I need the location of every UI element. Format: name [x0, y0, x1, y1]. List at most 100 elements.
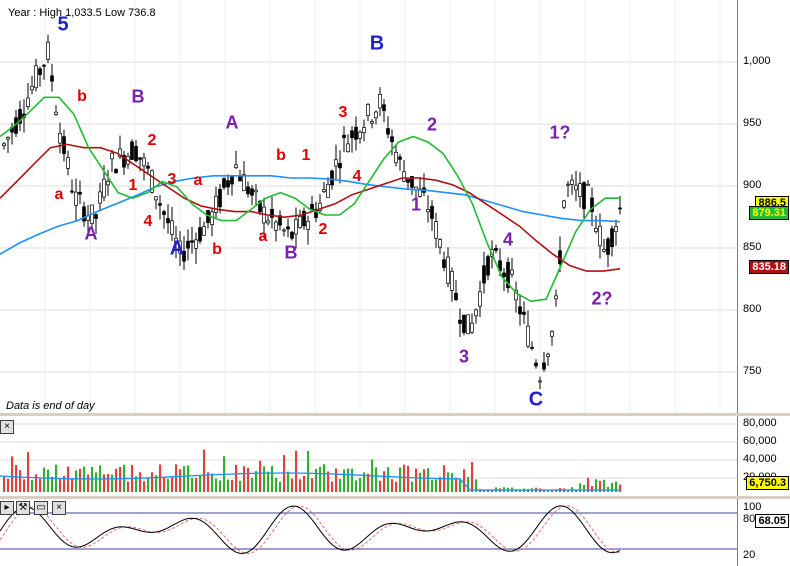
volume-bar [103, 474, 106, 492]
wave-label: 3 [458, 346, 470, 367]
volume-bar [583, 485, 586, 492]
candle-body [482, 265, 486, 284]
oscillator-tag: 68.05 [755, 514, 789, 528]
volume-bar [235, 464, 238, 492]
candle-body [538, 380, 542, 383]
candle-body [494, 248, 498, 251]
candle-body [362, 127, 366, 134]
candle-body [334, 159, 338, 167]
volume-bars [3, 449, 622, 492]
candle-body [294, 218, 298, 235]
volume-bar [271, 465, 274, 492]
candle-body [530, 347, 534, 349]
candle-body [130, 141, 134, 160]
price-tag: 879.31 [749, 206, 789, 220]
volume-bar [119, 467, 122, 492]
volume-bar [347, 468, 350, 492]
volume-bar [43, 467, 46, 492]
volume-axis: 80,00060,00040,00020,0006,750.3 [737, 416, 790, 496]
volume-bar [59, 478, 62, 492]
price-axis: 1,000 950 900 850 800 750 886.5 879.31 835.18 [737, 0, 790, 413]
ma-green-line [0, 96, 620, 303]
wave-label: 2 [318, 221, 328, 238]
volume-bar [359, 478, 362, 492]
candle-body [534, 362, 538, 367]
volume-bar [399, 467, 402, 492]
volume-chart [0, 423, 737, 492]
price-tick-label: 1,000 [743, 55, 771, 67]
candle-body [554, 295, 558, 300]
candle-body [234, 164, 238, 168]
volume-bar [327, 471, 330, 492]
wave-label: A [225, 112, 239, 133]
volume-bar [211, 473, 214, 492]
volume-bar [75, 470, 78, 492]
volume-bar [391, 479, 394, 492]
chart-header: Year : High 1,033.5 Low 736.8 [8, 7, 156, 19]
volume-bar [279, 481, 282, 492]
candle-body [550, 330, 554, 337]
candle-body [282, 229, 286, 232]
volume-bar [19, 470, 22, 492]
wave-label: a [258, 228, 268, 245]
volume-bar [115, 468, 118, 492]
wrench-icon[interactable]: ⚒ [16, 501, 30, 515]
candle-body [286, 226, 290, 230]
volume-bar [447, 472, 450, 492]
candle-body [618, 207, 622, 210]
candle-body [398, 156, 402, 160]
volume-bar [195, 477, 198, 492]
candle-body [406, 178, 410, 183]
candle-body [578, 183, 582, 197]
wave-label: b [212, 241, 222, 258]
volume-bar [419, 472, 422, 492]
volume-bar [179, 469, 182, 492]
volume-bar [339, 478, 342, 492]
candle-body [598, 225, 602, 247]
price-tick-label: 800 [743, 303, 762, 315]
volume-tick-label: 40,000 [743, 453, 777, 465]
candle-body [526, 325, 530, 347]
candle-body [242, 174, 246, 192]
candle-body [238, 175, 242, 182]
volume-bar [351, 468, 354, 492]
volume-bar [11, 456, 14, 492]
volume-bar [299, 479, 302, 492]
candle-body [6, 137, 10, 140]
candle-body [46, 41, 50, 60]
candle-body [346, 143, 350, 153]
price-tick-label: 850 [743, 241, 762, 253]
candle-body [326, 184, 330, 198]
candle-body [382, 104, 386, 111]
volume-bar [255, 471, 258, 492]
oscillator-tick-label: 80 [743, 513, 756, 525]
oscillator-close-button[interactable]: × [52, 501, 66, 515]
volume-bar [251, 477, 254, 492]
candle-body [34, 65, 38, 89]
volume-bar [139, 472, 142, 492]
volume-close-button[interactable]: × [0, 420, 14, 434]
volume-bar [163, 477, 166, 492]
volume-bar [167, 478, 170, 492]
candle-body [402, 171, 406, 182]
volume-bar [411, 481, 414, 492]
window-icon[interactable]: ▭ [34, 501, 48, 515]
candle-body [54, 111, 58, 115]
price-panel: Year : High 1,033.5 Low 736.8 Data is en… [0, 0, 737, 413]
candle-body [198, 227, 202, 242]
candle-body [486, 256, 490, 276]
candle-body [366, 104, 370, 116]
candle-body [502, 272, 506, 278]
volume-bar [191, 477, 194, 492]
panel-menu-button[interactable]: ▸ [0, 501, 14, 515]
volume-bar [303, 475, 306, 492]
candle-body [546, 353, 550, 357]
candle-body [350, 130, 354, 139]
candle-body [98, 191, 102, 204]
candle-body [186, 240, 190, 249]
candle-body [290, 231, 294, 239]
candle-body [574, 184, 578, 191]
candle-body [42, 64, 46, 67]
candle-body [586, 183, 590, 186]
volume-bar [7, 478, 10, 492]
